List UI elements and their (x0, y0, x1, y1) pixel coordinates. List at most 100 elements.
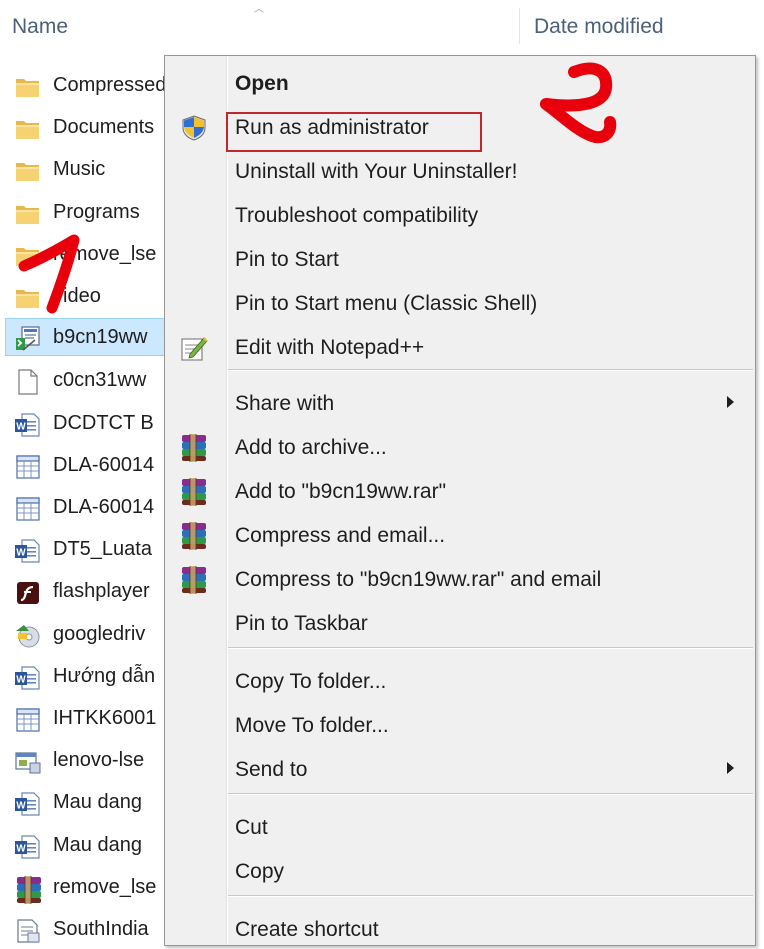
file-row[interactable]: W Mau dang (8, 783, 178, 821)
spreadsheet-icon (14, 454, 42, 480)
file-name: Compressed (53, 74, 167, 96)
file-row[interactable]: W Hướng dẫn (8, 657, 178, 695)
file-name: Music (53, 158, 106, 180)
file-name: video (53, 285, 101, 307)
word-doc-icon: W (14, 834, 42, 860)
menu-item-label: Open (235, 72, 289, 95)
folder-icon (14, 74, 42, 100)
winrar-icon (179, 434, 209, 462)
folder-icon (14, 158, 42, 184)
file-row[interactable]: Compressed (8, 66, 178, 104)
menu-item-move-to-folder[interactable]: Move To folder... (165, 702, 755, 746)
word-doc-icon: W (14, 665, 42, 691)
folder-icon (14, 285, 42, 311)
file-row[interactable]: video (8, 277, 178, 315)
file-name: Programs (53, 201, 140, 223)
menu-item-label: Copy (235, 860, 285, 883)
menu-item-add-to-archive[interactable]: Add to archive... (165, 424, 755, 468)
svg-text:W: W (16, 548, 26, 559)
file-name: IHTKK6001 (53, 707, 157, 729)
spreadsheet-icon (14, 496, 42, 522)
menu-item-label: Add to "b9cn19ww.rar" (235, 480, 447, 503)
menu-item-label: Create shortcut (235, 918, 379, 941)
svg-text:W: W (16, 801, 26, 812)
file-name: DLA-60014 (53, 454, 155, 476)
submenu-arrow-icon (727, 762, 734, 774)
column-header: ︿ Name Date modified (0, 0, 764, 54)
setup-disc-icon (14, 623, 42, 649)
menu-item-pin-to-start[interactable]: Pin to Start (165, 236, 755, 280)
file-row[interactable]: Music (8, 150, 178, 188)
file-row[interactable]: googledriv (8, 615, 178, 653)
file-row[interactable]: c0cn31ww (8, 361, 178, 399)
file-row[interactable]: remove_lse (8, 235, 178, 273)
menu-item-cut[interactable]: Cut (165, 804, 755, 848)
file-row[interactable]: Programs (8, 193, 178, 231)
menu-separator (228, 369, 753, 371)
menu-item-label: Add to archive... (235, 436, 387, 459)
menu-item-share-with[interactable]: Share with (165, 380, 755, 424)
file-name: googledriv (53, 623, 146, 645)
menu-item-label: Compress and email... (235, 524, 446, 547)
submenu-arrow-icon (727, 396, 734, 408)
file-row[interactable]: W Mau dang (8, 826, 178, 864)
file-row[interactable]: DLA-60014 (8, 488, 178, 526)
spreadsheet-icon (14, 707, 42, 733)
installer-icon (14, 326, 42, 352)
folder-icon (14, 116, 42, 142)
winrar-icon (179, 478, 209, 506)
menu-item-compress-to-b9cn19ww-rar-and-email[interactable]: Compress to "b9cn19ww.rar" and email (165, 556, 755, 600)
file-row[interactable]: remove_lse (8, 868, 178, 906)
file-name: remove_lse (53, 876, 157, 898)
file-name: lenovo-lse (53, 749, 145, 771)
file-row-selected[interactable]: b9cn19ww (5, 318, 175, 356)
svg-text:W: W (16, 675, 26, 686)
menu-separator (228, 793, 753, 795)
file-row[interactable]: W DT5_Luata (8, 530, 178, 568)
menu-item-label: Pin to Start menu (Classic Shell) (235, 292, 538, 315)
menu-item-create-shortcut[interactable]: Create shortcut (165, 906, 755, 945)
winrar-icon (179, 522, 209, 550)
menu-item-label: Copy To folder... (235, 670, 387, 693)
file-row[interactable]: Documents (8, 108, 178, 146)
word-doc-icon: W (14, 791, 42, 817)
file-name: DLA-60014 (53, 496, 155, 518)
menu-item-label: Move To folder... (235, 714, 389, 737)
menu-item-label: Uninstall with Your Uninstaller! (235, 160, 518, 183)
file-row[interactable]: flashplayer (8, 572, 178, 610)
context-menu: Open Run as administrator Uninstall with Y… (164, 55, 756, 946)
file-name: SouthIndia (53, 918, 149, 940)
app-window-icon (14, 749, 42, 775)
file-row[interactable]: W DCDTCT B (8, 404, 178, 442)
menu-item-label: Compress to "b9cn19ww.rar" and email (235, 568, 602, 591)
file-name: Mau dang (53, 791, 142, 813)
menu-item-copy-to-folder[interactable]: Copy To folder... (165, 658, 755, 702)
folder-icon (14, 201, 42, 227)
file-row[interactable]: IHTKK6001 (8, 699, 178, 737)
menu-item-copy[interactable]: Copy (165, 848, 755, 892)
winrar-icon (14, 876, 42, 904)
menu-item-troubleshoot-compatibility[interactable]: Troubleshoot compatibility (165, 192, 755, 236)
menu-item-compress-and-email[interactable]: Compress and email... (165, 512, 755, 556)
file-name: DT5_Luata (53, 538, 152, 560)
menu-item-label: Pin to Start (235, 248, 339, 271)
menu-item-send-to[interactable]: Send to (165, 746, 755, 790)
menu-separator (228, 647, 753, 649)
column-divider[interactable] (519, 8, 520, 44)
menu-item-pin-to-taskbar[interactable]: Pin to Taskbar (165, 600, 755, 644)
file-row[interactable]: DLA-60014 (8, 446, 178, 484)
sort-caret-icon: ︿ (254, 4, 264, 15)
file-name: Mau dang (53, 834, 142, 856)
file-row[interactable]: SouthIndia (8, 910, 178, 948)
menu-item-uninstall-with-your-uninstaller[interactable]: Uninstall with Your Uninstaller! (165, 148, 755, 192)
menu-item-open[interactable]: Open (165, 60, 755, 104)
file-row[interactable]: lenovo-lse (8, 741, 178, 779)
menu-item-pin-to-start-menu-classic-shell[interactable]: Pin to Start menu (Classic Shell) (165, 280, 755, 324)
word-doc-icon: W (14, 412, 42, 438)
menu-item-edit-with-notepad[interactable]: Edit with Notepad++ (165, 324, 755, 368)
word-doc-icon: W (14, 538, 42, 564)
column-header-name[interactable]: Name (12, 15, 68, 39)
menu-item-add-to-b9cn19ww-rar[interactable]: Add to "b9cn19ww.rar" (165, 468, 755, 512)
column-header-date-modified[interactable]: Date modified (534, 15, 664, 39)
blank-file-icon (14, 369, 42, 395)
